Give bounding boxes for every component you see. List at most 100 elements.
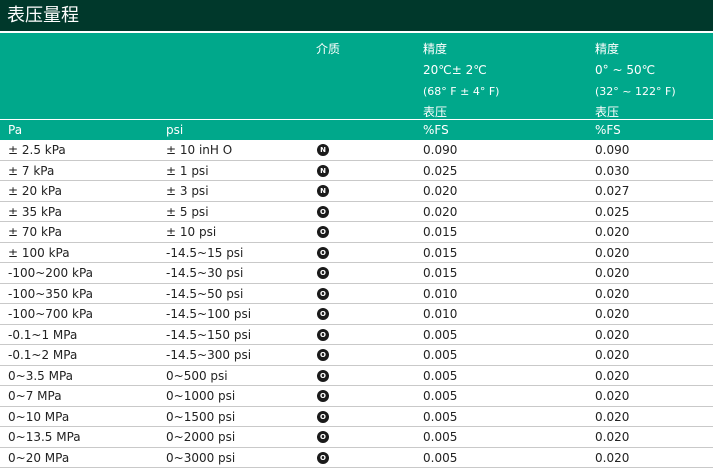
table-row: ± 70 kPa± 10 psiO0.0150.020	[0, 222, 713, 243]
accuracy-1-value: 0.020	[423, 202, 457, 222]
accuracy-2-value: 0.020	[595, 263, 629, 283]
range-pa: -0.1~1 MPa	[8, 325, 77, 345]
accuracy-2-value: 0.020	[595, 222, 629, 242]
range-pa: ± 35 kPa	[8, 202, 62, 222]
range-pa: ± 2.5 kPa	[8, 140, 66, 160]
table-row: -100~350 kPa -14.5~50 psi O 0.010 0.020	[0, 284, 713, 305]
range-psi: 0~2000 psi	[166, 427, 235, 447]
accuracy-2-value: 0.090	[595, 140, 629, 160]
table-row: ± 20 kPa± 3 psiN0.0200.027	[0, 181, 713, 202]
range-psi: 0~3000 psi	[166, 448, 235, 468]
accuracy-2-value: 0.020	[595, 304, 629, 324]
range-pa: 0~3.5 MPa	[8, 366, 73, 386]
accuracy-2-value: 0.020	[595, 325, 629, 345]
range-pa: ± 7 kPa	[8, 161, 54, 181]
table-row: ± 100 kPa-14.5~15 psiO0.0150.020	[0, 243, 713, 264]
table-row: 0~3.5 MPa 0~500 psi O 0.005 0.020	[0, 366, 713, 387]
accuracy-2-value: 0.020	[595, 427, 629, 447]
accuracy-2-value: 0.020	[595, 284, 629, 304]
unit-fs-2: %FS	[595, 120, 621, 140]
table-header: 介质 精度 20℃± 2℃ (68° F ± 4° F) 表压 精度 0° ~ …	[0, 33, 713, 119]
accuracy-2-value: 0.020	[595, 345, 629, 365]
range-psi: -14.5~50 psi	[166, 284, 243, 304]
table-row: 0~13.5 MPa 0~2000 psi O 0.005 0.020	[0, 427, 713, 448]
media-icon: O	[317, 431, 329, 443]
range-psi: ± 5 psi	[166, 202, 209, 222]
range-pa: 0~20 MPa	[8, 448, 69, 468]
media-icon: N	[317, 185, 329, 197]
range-psi: -14.5~150 psi	[166, 325, 251, 345]
table-row: -100~700 kPa -14.5~100 psi O 0.010 0.020	[0, 304, 713, 325]
accuracy-1-label: 精度	[423, 39, 499, 60]
accuracy-2-value: 0.020	[595, 386, 629, 406]
table-row: -0.1~2 MPa-14.5~300 psiO0.0050.020	[0, 345, 713, 366]
media-icon: O	[317, 247, 329, 259]
accuracy-2-value: 0.020	[595, 407, 629, 427]
range-psi: -14.5~15 psi	[166, 243, 243, 263]
accuracy-2-value: 0.025	[595, 202, 629, 222]
accuracy-header-2: 精度 0° ~ 50℃ (32° ~ 122° F) 表压	[595, 39, 676, 123]
media-icon: O	[317, 370, 329, 382]
accuracy-1-value: 0.005	[423, 407, 457, 427]
accuracy-2-value: 0.030	[595, 161, 629, 181]
accuracy-1-value: 0.005	[423, 427, 457, 447]
accuracy-1-value: 0.025	[423, 161, 457, 181]
unit-psi: psi	[166, 120, 183, 140]
range-pa: -100~700 kPa	[8, 304, 93, 324]
accuracy-1-value: 0.015	[423, 263, 457, 283]
range-psi: -14.5~30 psi	[166, 263, 243, 283]
media-icon: O	[317, 390, 329, 402]
table-row: 0~20 MPa 0~3000 psi O 0.005 0.020	[0, 448, 713, 468]
range-psi: ± 3 psi	[166, 181, 209, 201]
range-psi: 0~1500 psi	[166, 407, 235, 427]
range-psi: -14.5~100 psi	[166, 304, 251, 324]
media-icon: O	[317, 206, 329, 218]
range-pa: ± 70 kPa	[8, 222, 62, 242]
accuracy-2-temp-c: 0° ~ 50℃	[595, 60, 676, 81]
range-psi: 0~1000 psi	[166, 386, 235, 406]
media-header: 介质	[316, 39, 340, 60]
accuracy-1-value: 0.015	[423, 243, 457, 263]
accuracy-1-value: 0.090	[423, 140, 457, 160]
media-icon: O	[317, 411, 329, 423]
table-row: -0.1~1 MPa-14.5~150 psiO0.0050.020	[0, 325, 713, 346]
media-icon: O	[317, 308, 329, 320]
range-psi: ± 10 psi	[166, 222, 216, 242]
media-icon: O	[317, 288, 329, 300]
accuracy-2-value: 0.020	[595, 448, 629, 468]
range-pa: 0~10 MPa	[8, 407, 69, 427]
range-psi: ± 10 inH O	[166, 140, 232, 160]
range-psi: 0~500 psi	[166, 366, 228, 386]
table-row: ± 7 kPa ± 1 psi N 0.025 0.030	[0, 161, 713, 182]
unit-fs-1: %FS	[423, 120, 449, 140]
table-row: -100~200 kPa-14.5~30 psiO0.0150.020	[0, 263, 713, 284]
table-body: ± 2.5 kPa ± 10 inH O N 0.090 0.090 ± 7 kPa ± 1…	[0, 140, 713, 468]
accuracy-1-value: 0.005	[423, 345, 457, 365]
accuracy-1-value: 0.010	[423, 284, 457, 304]
accuracy-1-value: 0.020	[423, 181, 457, 201]
accuracy-1-value: 0.005	[423, 366, 457, 386]
table-row: 0~7 MPa0~1000 psiO0.0050.020	[0, 386, 713, 407]
accuracy-1-value: 0.005	[423, 448, 457, 468]
page-title: 表压量程	[0, 0, 713, 31]
range-pa: ± 20 kPa	[8, 181, 62, 201]
media-icon: O	[317, 329, 329, 341]
media-icon: N	[317, 165, 329, 177]
units-row: Pa psi %FS %FS	[0, 120, 713, 140]
media-icon: N	[317, 144, 329, 156]
accuracy-1-temp-f: (68° F ± 4° F)	[423, 81, 499, 102]
accuracy-1-value: 0.010	[423, 304, 457, 324]
media-icon: O	[317, 267, 329, 279]
range-pa: ± 100 kPa	[8, 243, 70, 263]
accuracy-1-value: 0.005	[423, 386, 457, 406]
accuracy-2-value: 0.020	[595, 366, 629, 386]
accuracy-2-temp-f: (32° ~ 122° F)	[595, 81, 676, 102]
table-row: 0~10 MPa 0~1500 psi O 0.005 0.020	[0, 407, 713, 428]
media-icon: O	[317, 226, 329, 238]
range-psi: ± 1 psi	[166, 161, 209, 181]
range-pa: 0~13.5 MPa	[8, 427, 81, 447]
range-psi: -14.5~300 psi	[166, 345, 251, 365]
accuracy-2-label: 精度	[595, 39, 676, 60]
media-icon: O	[317, 452, 329, 464]
range-pa: -100~350 kPa	[8, 284, 93, 304]
